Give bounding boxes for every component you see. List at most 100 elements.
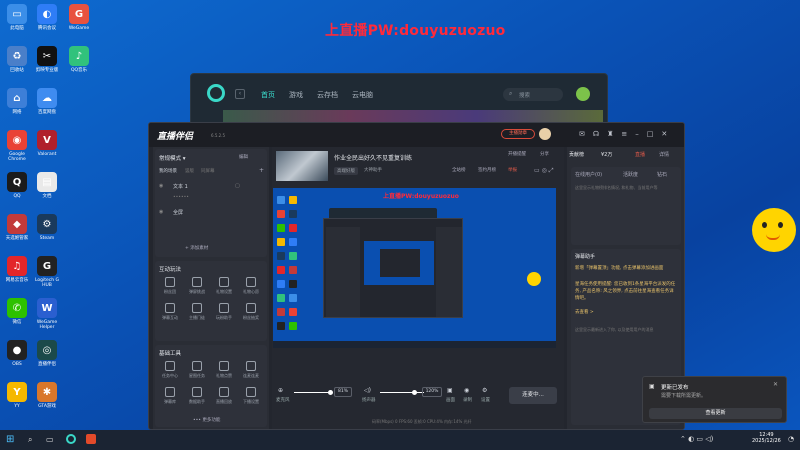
desktop-icon-desktop_icons-2[interactable]: ⌂ 网络 [2,88,32,115]
desktop-icon-desktop_icons_col3-1[interactable]: ♪ QQ音乐 [64,46,94,73]
tab-contribution[interactable]: 贡献榜 [569,151,584,158]
desktop-icon-desktop_icons_col2-0[interactable]: ◐ 腾讯会议 [32,4,62,31]
settings-gear-icon[interactable]: ⚙ [482,387,487,394]
headset-icon[interactable]: ☊ [593,130,599,138]
desktop-icon-desktop_icons-0[interactable]: ▭ 此电脑 [2,4,32,31]
tool-item[interactable]: 连麦连麦 [238,361,264,379]
add-scene-icon[interactable]: + [259,167,264,174]
desktop-icon-desktop_icons-6[interactable]: ♫ 网易云音乐 [2,256,32,283]
speaker-slider[interactable] [380,392,424,393]
record-icon[interactable]: ◉ [464,387,469,394]
desktop-icon-desktop_icons_col2-4[interactable]: ▤ 文档 [32,172,62,199]
video-icon[interactable]: ▭ ◎ ⤢ [534,167,554,175]
activity-tab[interactable]: 活跃度 [623,171,638,178]
source-hidden[interactable]: •••••• [173,195,189,200]
source-text-1[interactable]: 文本 1 [173,183,188,190]
desktop-icon-desktop_icons_col2-6[interactable]: G Logitech G HUB [32,256,62,288]
tool-item[interactable]: 下播设置 [238,387,264,405]
stream-cover-image[interactable] [276,151,328,181]
eye-icon[interactable]: ◉ [159,183,163,189]
monthly-rank-button[interactable]: 签约月榜 [478,167,496,173]
lock-icon[interactable]: ▢ [235,183,240,189]
notice-link[interactable]: 去查看 > [575,309,594,315]
speaker-level[interactable]: 120% [422,387,442,397]
mic-slider-knob[interactable] [328,390,333,395]
record-label[interactable]: 录制 [463,397,472,403]
speaker-icon[interactable]: ◁) [364,387,371,394]
update-toast[interactable]: ▣ 更新已发布 需要下载所需更新。 ✕ 查看更新 [642,376,787,423]
search-icon[interactable]: ⌕ [28,435,32,445]
launcher-avatar[interactable] [576,87,590,101]
launcher-search-input[interactable]: ⌕ 搜索 [503,88,563,101]
display-label[interactable]: 画面 [446,397,455,403]
toast-close-icon[interactable]: ✕ [773,381,778,388]
tool-item[interactable]: 星图任务 [184,361,210,379]
online-users-tab[interactable]: 在线用户(0) [575,171,602,178]
desktop-icon-desktop_icons-7[interactable]: ✆ 微信 [2,298,32,325]
tool-item[interactable]: 礼物心愿 [238,277,264,295]
start-button-icon[interactable]: ⊞ [6,434,14,445]
tab-details[interactable]: 详情 [659,151,669,158]
maximize-icon[interactable]: □ [647,130,654,138]
launcher-tab-cloud-pc[interactable]: 云电脑 [352,90,373,100]
desktop-icon-desktop_icons_col2-8[interactable]: ◎ 直播伴侣 [32,340,62,367]
launcher-tab-games[interactable]: 游戏 [289,90,303,100]
mail-icon[interactable]: ✉ [579,130,585,138]
eye-icon[interactable]: ◉ [159,209,163,215]
stream-tag[interactable]: 高端好版 [334,167,358,175]
tool-item[interactable]: 任务中心 [157,361,183,379]
desktop-icon-desktop_icons-8[interactable]: ● OBS [2,340,32,367]
mic-slider[interactable] [294,392,330,393]
stream-preview[interactable]: 上直播PW:douyuzuozuo [273,188,556,348]
speaker-slider-knob[interactable] [412,390,417,395]
streaming-app-window[interactable]: 直播伴侣 6.5.2.5 主播勋章 ✉ ☊ ♜ ≡ – □ ✕ 常规模式 ▾ 编… [148,122,685,430]
tool-item[interactable]: 弹幕互动 [157,303,183,321]
menu-icon[interactable]: ≡ [621,130,627,138]
scene-tab-same-screen[interactable]: 同屏幕 [201,168,215,174]
taskbar-streamer-icon[interactable] [86,434,96,444]
stream-tag-2[interactable]: 大神助手 [364,167,382,173]
add-source-button[interactable]: + 添加素材 [185,245,208,251]
stream-title[interactable]: 作业全民出好久不见重复训练 [334,153,412,162]
desktop-icon-desktop_icons-3[interactable]: ◉ Google Chrome [2,130,32,162]
live-reminder-button[interactable]: 开播提醒 [508,151,526,157]
desktop-icon-desktop_icons_col2-5[interactable]: ⚙ Steam [32,214,62,241]
share-button[interactable]: 分享 [540,151,549,157]
mic-level[interactable]: 81% [334,387,352,397]
desktop-icon-desktop_icons_col2-9[interactable]: ✱ GTA游戏 [32,382,62,409]
tool-item[interactable]: 粉丝抽奖 [238,303,264,321]
desktop-icon-desktop_icons-4[interactable]: Q QQ [2,172,32,199]
more-tools-button[interactable]: ••• 更多功能 [193,417,220,423]
tool-item[interactable]: 弹幕库 [157,387,183,405]
tool-item[interactable]: 弹屏挑战 [184,277,210,295]
clock[interactable]: 12:49 2025/12/26 [752,432,781,444]
tool-item[interactable]: 礼物设置 [211,277,237,295]
desktop-icon-desktop_icons_col2-2[interactable]: ☁ 百度网盘 [32,88,62,115]
notification-bell-icon[interactable]: ◔ [788,435,794,443]
desktop-icon-desktop_icons-9[interactable]: Y YY [2,382,32,409]
desktop-icon-desktop_icons_col2-1[interactable]: ✂ 剪映专业版 [32,46,62,73]
desktop-icon-desktop_icons_col2-7[interactable]: W WeGame Helper [32,298,62,330]
scene-list-head[interactable]: 我的场景 [159,168,177,174]
desktop-icon-desktop_icons-1[interactable]: ♻ 回收站 [2,46,32,73]
launcher-tab-home[interactable]: 首页 [261,90,275,100]
tab-live[interactable]: 直播 [635,151,645,158]
tool-item[interactable]: 数据助手 [184,387,210,405]
launcher-tab-cloud-save[interactable]: 云存档 [317,90,338,100]
scene-mode-dropdown[interactable]: 常规模式 ▾ [159,154,186,162]
tool-item[interactable]: 直播回放 [211,387,237,405]
taskbar-launcher-icon[interactable] [66,434,76,444]
source-fullscreen[interactable]: 全屏 [173,209,183,216]
task-view-icon[interactable]: ▭ [46,435,54,444]
scene-edit-link[interactable]: 编辑 [239,154,248,160]
start-live-button[interactable]: 连麦中... [509,387,557,404]
tool-item[interactable]: 玩粉助手 [211,303,237,321]
tool-item[interactable]: 礼物点赞 [211,361,237,379]
scene-tab-vertical[interactable]: 竖版 [185,168,194,174]
tool-item[interactable]: 粉丝团 [157,277,183,295]
minimize-icon[interactable]: – [635,130,639,138]
host-badge[interactable]: 主播勋章 [501,129,535,139]
system-tray-icons[interactable]: ⌃ ◐ ▭ ◁) [680,435,713,443]
mic-icon[interactable]: ⊕ [278,387,283,394]
tab-amount[interactable]: ¥2万 [601,151,612,158]
